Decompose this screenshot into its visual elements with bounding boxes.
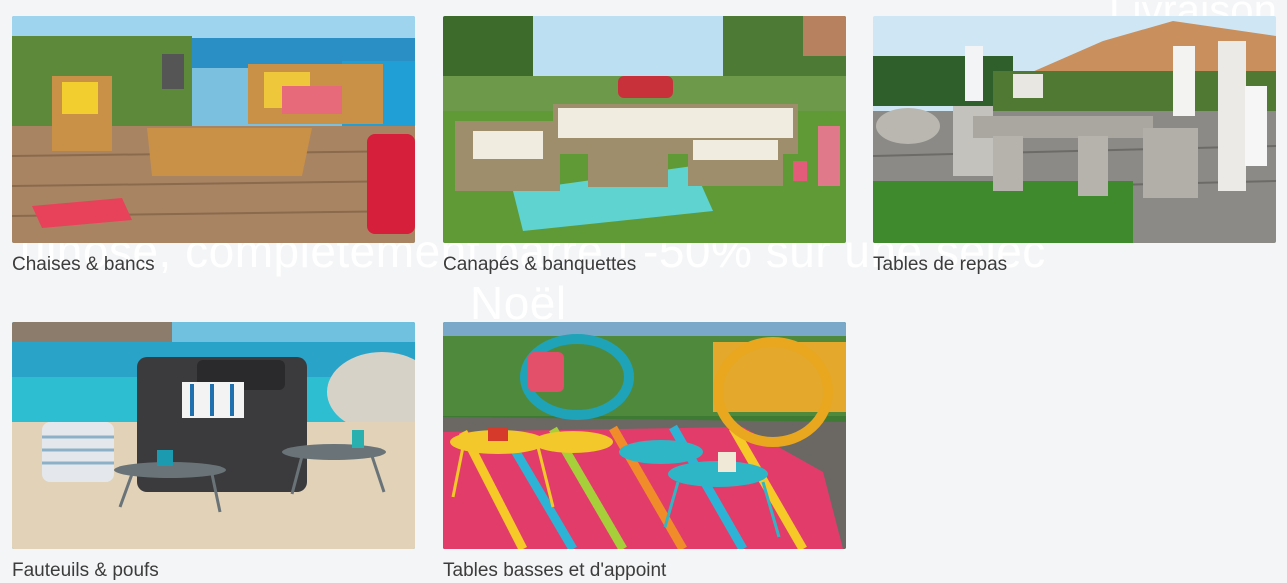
category-card-fauteuils-poufs[interactable]: Fauteuils & poufs [12, 322, 415, 583]
category-card-canapes-banquettes[interactable]: Canapés & banquettes [443, 16, 846, 277]
category-label[interactable]: Tables de repas [873, 253, 1276, 277]
category-card-tables-basses-appoint[interactable]: Tables basses et d'appoint [443, 322, 846, 583]
category-label[interactable]: Tables basses et d'appoint [443, 559, 846, 583]
category-grid: Chaises & bancs Canapés & banquettes Tab… [0, 0, 1287, 583]
category-image[interactable] [873, 16, 1276, 243]
category-label[interactable]: Fauteuils & poufs [12, 559, 415, 583]
category-image[interactable] [12, 322, 415, 549]
category-label[interactable]: Chaises & bancs [12, 253, 415, 277]
category-card-tables-de-repas[interactable]: Tables de repas [873, 16, 1276, 277]
category-image[interactable] [12, 16, 415, 243]
category-label[interactable]: Canapés & banquettes [443, 253, 846, 277]
category-image[interactable] [443, 322, 846, 549]
category-image[interactable] [443, 16, 846, 243]
category-card-chaises-bancs[interactable]: Chaises & bancs [12, 16, 415, 277]
